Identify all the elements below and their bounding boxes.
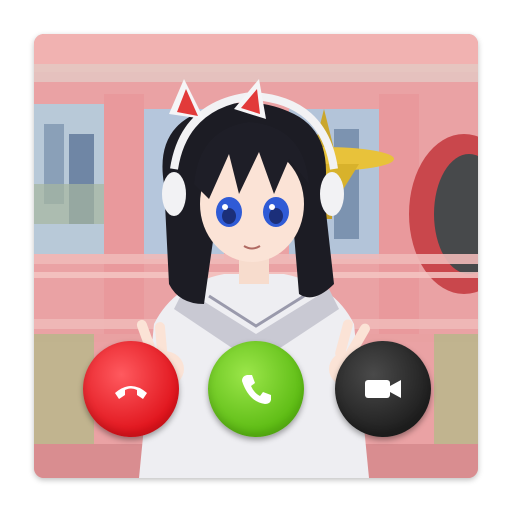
phone-hangup-icon (115, 386, 147, 399)
video-camera-icon (365, 380, 401, 398)
decline-call-button[interactable]: decline (83, 341, 179, 437)
call-card: decline accept video (34, 34, 478, 478)
video-call-button[interactable]: video (335, 341, 431, 437)
accept-call-button[interactable]: accept (208, 341, 304, 437)
phone-icon (242, 375, 271, 404)
window-left (34, 104, 104, 254)
